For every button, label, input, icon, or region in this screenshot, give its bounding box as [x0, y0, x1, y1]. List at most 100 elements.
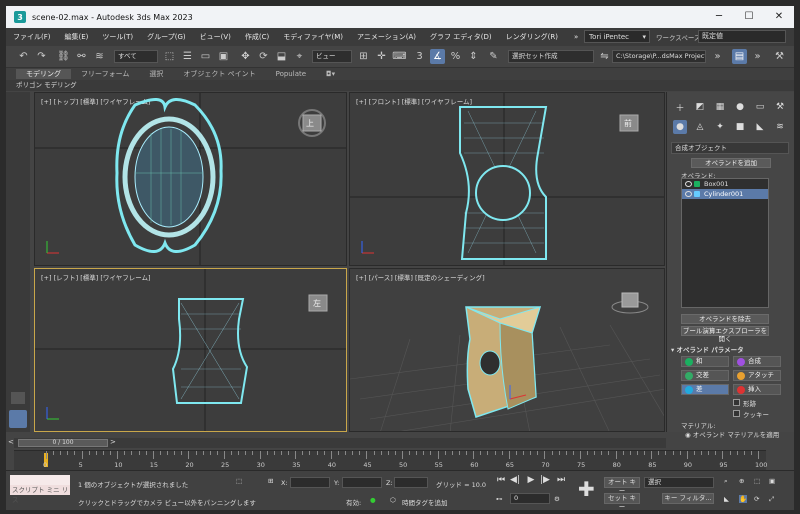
orbit-icon[interactable]: ⟳ [754, 495, 759, 503]
cameras-icon[interactable]: ■ [733, 120, 747, 134]
menu-create[interactable]: 作成(C) [238, 32, 276, 42]
maxscript-mini-listener[interactable]: スクリプト ミニ リス [10, 485, 70, 504]
merge-button[interactable]: 合成 [733, 356, 781, 367]
rectangular-region-icon[interactable]: ▭ [198, 49, 213, 64]
redo-icon[interactable]: ↷ [34, 49, 49, 64]
set-key-button[interactable]: セット キー [604, 493, 640, 510]
select-manipulate-icon[interactable]: ✛ [374, 49, 389, 64]
geometry-icon[interactable]: ● [673, 120, 687, 134]
menu-edit[interactable]: 編集(E) [58, 32, 96, 42]
go-to-start-icon[interactable]: ⏮ [496, 475, 506, 485]
angle-snap-icon[interactable]: ∡ [430, 49, 445, 64]
link-icon[interactable]: ⛓ [56, 49, 71, 64]
menu-view[interactable]: ビュー(V) [193, 32, 238, 42]
viewport-front[interactable]: [+] [フロント] [標準] [ワイヤフレーム] 前 [349, 92, 665, 266]
track-bar[interactable]: 0 5 10 15 20 25 30 35 40 45 50 55 60 65 70 75 80 85 90 95 10… [14, 450, 767, 470]
project-folder-dropdown[interactable]: C:\Storage\P...dsMax Project [612, 50, 706, 63]
menu-group[interactable]: グループ(G) [140, 32, 192, 42]
eye-icon[interactable] [685, 191, 692, 197]
remove-operand-button[interactable]: オペランドを除去 [681, 314, 769, 324]
apply-operand-material-radio[interactable]: ◉ オペランド マテリアルを適用 [685, 429, 779, 439]
zoom-icon[interactable]: ⌕ [724, 477, 728, 486]
move-icon[interactable]: ✥ [238, 49, 253, 64]
add-time-tag-button[interactable]: 時間タグを追加 [402, 497, 448, 507]
percent-snap-icon[interactable]: % [448, 49, 463, 64]
menu-modifiers[interactable]: モディファイヤ(M) [276, 32, 350, 42]
time-tag-icon[interactable]: ⬡ [390, 496, 396, 504]
absolute-transform-icon[interactable]: ⊞ [268, 477, 273, 485]
cookie-checkbox[interactable] [733, 410, 740, 417]
utilities-panel-icon[interactable]: ⚒ [773, 100, 787, 114]
display-panel-icon[interactable]: ▭ [753, 100, 767, 114]
zoom-extents-icon[interactable]: ⬚ [754, 477, 760, 485]
helpers-icon[interactable]: ◣ [753, 120, 767, 134]
y-coordinate-field[interactable] [342, 477, 382, 488]
space-warps-icon[interactable]: ≋ [773, 120, 787, 134]
close-icon[interactable]: ✕ [764, 6, 794, 28]
rotate-icon[interactable]: ⟳ [256, 49, 271, 64]
ribbon-options-icon[interactable]: ◘▾ [316, 70, 345, 78]
attach-button[interactable]: アタッチ [733, 370, 781, 381]
viewcube-perspective[interactable] [611, 292, 649, 314]
play-icon[interactable]: ▶ [526, 475, 536, 485]
union-button[interactable]: 和 [681, 356, 729, 367]
pan-icon[interactable]: ✋ [739, 495, 748, 503]
eye-icon[interactable] [685, 181, 692, 187]
time-configuration-icon[interactable]: ⚙ [554, 495, 560, 503]
go-to-end-icon[interactable]: ⏭ [556, 475, 566, 485]
imprint-checkbox[interactable] [733, 399, 740, 406]
snap-3d-icon[interactable]: 3 [412, 49, 427, 64]
maximize-viewport-icon[interactable]: ⤢ [769, 495, 774, 504]
auto-key-button[interactable]: オート キー [604, 477, 640, 495]
menu-rendering[interactable]: レンダリング(R) [499, 32, 565, 42]
next-frame-icon[interactable]: |▶ [540, 475, 550, 485]
menu-tools[interactable]: ツール(T) [95, 32, 140, 42]
key-filters-button[interactable]: キー フィルタ... [662, 493, 714, 504]
select-by-name-icon[interactable]: ☰ [180, 49, 195, 64]
zoom-all-icon[interactable]: ⊕ [739, 477, 744, 485]
next-frame-icon[interactable]: > [110, 438, 116, 446]
object-category-dropdown[interactable]: 合成オブジェクト [671, 142, 789, 154]
motion-panel-icon[interactable]: ● [733, 100, 747, 114]
systems-icon[interactable]: ⚙ [793, 120, 794, 134]
menu-animation[interactable]: アニメーション(A) [350, 32, 423, 42]
user-account-dropdown[interactable]: Tori iPentec ▾ [584, 30, 650, 43]
maximize-icon[interactable]: ☐ [734, 6, 764, 28]
lights-icon[interactable]: ✦ [713, 120, 727, 134]
time-slider[interactable]: < 0 / 100 > [8, 438, 666, 448]
x-coordinate-field[interactable] [290, 477, 330, 488]
spinner-snap-icon[interactable]: ⇕ [466, 49, 481, 64]
isolate-icon[interactable]: ⬚ [236, 477, 242, 485]
intersect-button[interactable]: 交差 [681, 370, 729, 381]
current-frame-field[interactable]: 0 [510, 493, 550, 504]
select-object-icon[interactable]: ⬚ [162, 49, 177, 64]
create-panel-icon[interactable]: ＋ [673, 100, 687, 114]
insert-button[interactable]: 挿入 [733, 384, 781, 395]
viewport-perspective[interactable]: [+] [パース] [標準] [既定のシェーディング] [349, 268, 665, 432]
modify-panel-icon[interactable]: ◩ [693, 100, 707, 114]
named-selection-set-dropdown[interactable]: 選択セット作成 [508, 50, 594, 63]
shapes-icon[interactable]: ◬ [693, 120, 707, 134]
operand-parameters-title[interactable]: ▾ オペランド パラメータ [671, 344, 744, 354]
adaptive-degradation-icon[interactable]: ● [370, 496, 376, 504]
zoom-extents-all-icon[interactable]: ▣ [769, 477, 775, 485]
keyboard-shortcut-override-icon[interactable]: ⌨ [392, 49, 407, 64]
menu-graph-editors[interactable]: グラフ エディタ(D) [423, 32, 499, 42]
menu-file[interactable]: ファイル(F) [6, 32, 58, 42]
list-item[interactable]: Box001 [682, 179, 768, 189]
tab-selection[interactable]: 選択 [139, 69, 173, 79]
selection-filter-dropdown[interactable]: すべて [114, 50, 158, 63]
open-boolean-explorer-button[interactable]: ブール演算エクスプローラを開く [681, 326, 769, 343]
key-mode-icon[interactable]: ⊷ [496, 495, 503, 503]
subtract-button[interactable]: 差 [681, 384, 729, 395]
maxscript-listener-top[interactable] [10, 475, 70, 485]
bind-space-warp-icon[interactable]: ≋ [92, 49, 107, 64]
undo-icon[interactable]: ↶ [16, 49, 31, 64]
hierarchy-panel-icon[interactable]: ▦ [713, 100, 727, 114]
add-operand-button[interactable]: オペランドを追加 [691, 158, 771, 168]
ribbon-subtab[interactable]: ポリゴン モデリング [6, 80, 794, 91]
menu-more-icon[interactable]: » [567, 33, 585, 41]
reference-coordinate-dropdown[interactable]: ビュー [312, 50, 352, 63]
tab-populate[interactable]: Populate [266, 70, 316, 78]
unlink-icon[interactable]: ⚯ [74, 49, 89, 64]
